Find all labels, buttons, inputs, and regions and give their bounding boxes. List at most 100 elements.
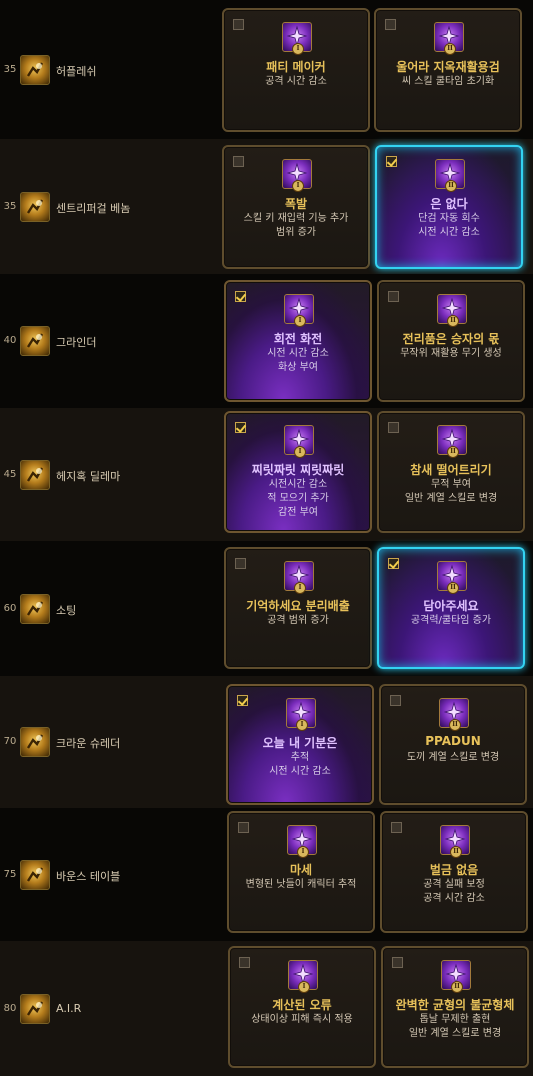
description-line: 범위 증가 [276, 227, 316, 238]
tripod-description: 무작위 재활용 무기 생성 [379, 347, 523, 361]
tier-numeral-badge: II [447, 446, 459, 458]
skill-level: 75 [3, 869, 17, 880]
tripod-description: 스킬 키 재입력 기능 추가 범위 증가 [224, 212, 368, 240]
checkbox[interactable] [238, 822, 249, 833]
tripod-card-2[interactable]: II 담아주세요 공격력/쿨타임 증가 [377, 547, 525, 669]
description-line: 도끼 계열 스킬로 변경 [406, 752, 500, 763]
sorting-icon [20, 594, 50, 624]
skill-name: 센트리퍼걸 베놈 [56, 202, 131, 215]
checkbox[interactable] [390, 695, 401, 706]
checkbox-checked[interactable] [386, 156, 397, 167]
tripod-description: 씨 스킬 쿨타임 초기화 [376, 75, 520, 89]
tier-numeral-badge: I [294, 446, 306, 458]
tripod-description: 공격력/쿨타임 증가 [379, 614, 523, 628]
description-line: 일반 계열 스킬로 변경 [408, 1028, 502, 1039]
tripod-title: PPADUN [425, 734, 481, 748]
checkbox[interactable] [385, 19, 396, 30]
tripod-card-1[interactable]: I 마세 변형된 낫들이 캐릭터 추적 [227, 811, 375, 933]
tripod-title: 담아주세요 [423, 599, 479, 613]
description-line: 공격 시간 감소 [265, 76, 327, 87]
skill-level: 35 [3, 201, 17, 212]
tripod-card-2[interactable]: II 벌금 없음공격 실패 보정공격 시간 감소 [380, 811, 528, 933]
skill-level: 70 [3, 736, 17, 747]
tripod-rune-icon: II [437, 425, 467, 458]
tripod-rune-icon: II [437, 561, 467, 594]
tripod-description: 시전시간 감소 적 모으기 추가 감전 부여 [226, 478, 370, 520]
skill-level: 60 [3, 603, 17, 614]
tripod-card-2[interactable]: II 전리품은 승자의 몫무작위 재활용 무기 생성 [377, 280, 525, 402]
tripod-title: 찌릿짜릿 찌릿짜릿 [251, 463, 345, 477]
stomp-icon [20, 55, 50, 85]
tripod-rune-icon: I [284, 425, 314, 458]
description-line: 시전시간 감소 [268, 479, 328, 490]
tripod-rune-icon: II [439, 698, 469, 731]
tier-numeral-badge: II [451, 981, 463, 993]
tier-numeral-badge: I [298, 981, 310, 993]
description-line: 씨 스킬 쿨타임 초기화 [401, 76, 495, 87]
skill-name: 바운스 테이블 [56, 870, 121, 883]
checkbox[interactable] [388, 422, 399, 433]
description-line: 무작위 재활용 무기 생성 [400, 348, 502, 359]
tripod-card-2[interactable]: II 울어라 지옥재활용검 씨 스킬 쿨타임 초기화 [374, 8, 522, 132]
tripod-card-1[interactable]: I 회전 화전 시전 시간 감소 화상 부여 [224, 280, 372, 402]
tripod-title: 전리품은 승자의 몫 [402, 332, 500, 346]
checkbox-checked[interactable] [235, 422, 246, 433]
tripod-rune-icon: I [288, 960, 318, 993]
skill-name: 헤지혹 딜레마 [56, 470, 121, 483]
tripod-card-1[interactable]: I 폭발 스킬 키 재입력 기능 추가 범위 증가 [222, 145, 370, 269]
description-line: 단검 자동 회수 [418, 213, 480, 224]
tier-numeral-badge: II [450, 846, 462, 858]
checkbox[interactable] [392, 957, 403, 968]
tripod-rune-icon: I [284, 294, 314, 327]
tripod-card-1[interactable]: I 기억하세요 분리배출 공격 범위 증가 [224, 547, 372, 669]
tripod-rune-icon: I [284, 561, 314, 594]
tripod-rune-icon: II [440, 825, 470, 858]
checkbox[interactable] [235, 558, 246, 569]
checkbox[interactable] [388, 291, 399, 302]
tier-numeral-badge: II [447, 582, 459, 594]
tier-numeral-badge: II [447, 315, 459, 327]
skill-name: A.I.R [56, 1002, 82, 1015]
tier-numeral-badge: I [292, 43, 304, 55]
tripod-card-2[interactable]: II PPADUN 도끼 계열 스킬로 변경 [379, 684, 527, 805]
tripod-title: 벌금 없음 [429, 863, 479, 877]
tripod-card-2[interactable]: II 은 없다 단검 자동 회수 시전 시간 감소 [375, 145, 523, 269]
description-line: 공격 실패 보정 [423, 879, 485, 890]
skill-name: 허플레쉬 [56, 65, 97, 78]
checkbox-checked[interactable] [235, 291, 246, 302]
tier-numeral-badge: II [444, 43, 456, 55]
tripod-title: 완벽한 균형의 불균형체 [395, 998, 515, 1012]
description-line: 상태이상 피해 즉시 적용 [251, 1014, 353, 1025]
checkbox[interactable] [239, 957, 250, 968]
skill-level: 35 [3, 64, 17, 75]
description-line: 화상 부여 [278, 362, 318, 373]
tripod-card-1[interactable]: I 계산된 오류 상태이상 피해 즉시 적용 [228, 946, 376, 1068]
tripod-card-2[interactable]: II 참새 떨어트리기 무적 부여 일반 계열 스킬로 변경 [377, 411, 525, 533]
description-line: 무적 부여 [431, 479, 471, 490]
description-line: 공격 시간 감소 [423, 893, 485, 904]
checkbox-checked[interactable] [237, 695, 248, 706]
tripod-card-1[interactable]: I 오늘 내 기분은 추적 시전 시간 감소 [226, 684, 374, 805]
description-line: 감전 부여 [278, 507, 318, 518]
tripod-title: 회전 화전 [273, 332, 323, 346]
tripod-title: 폭발 [284, 197, 308, 211]
tripod-rune-icon: II [441, 960, 471, 993]
tripod-rune-icon: II [437, 294, 467, 327]
tripod-card-2[interactable]: II 완벽한 균형의 불균형체톱날 무제한 출현일반 계열 스킬로 변경 [381, 946, 529, 1068]
skill-name: 크라운 슈레더 [56, 737, 121, 750]
checkbox[interactable] [391, 822, 402, 833]
checkbox[interactable] [233, 19, 244, 30]
tripod-card-1[interactable]: I 찌릿짜릿 찌릿짜릿 시전시간 감소 적 모으기 추가 감전 부여 [224, 411, 372, 533]
checkbox-checked[interactable] [388, 558, 399, 569]
description-line: 공격 범위 증가 [267, 615, 329, 626]
description-line: 시전 시간 감소 [418, 227, 480, 238]
checkbox[interactable] [233, 156, 244, 167]
tripod-card-1[interactable]: I 패티 메이커 공격 시간 감소 [222, 8, 370, 132]
description-line: 추적 [290, 752, 310, 763]
tripod-description: 톱날 무제한 출현일반 계열 스킬로 변경 [383, 1013, 527, 1041]
tripod-description: 시전 시간 감소 화상 부여 [226, 347, 370, 375]
tier-numeral-badge: II [449, 719, 461, 731]
skill-level: 40 [3, 335, 17, 346]
tripod-description: 도끼 계열 스킬로 변경 [381, 751, 525, 765]
description-line: 톱날 무제한 출현 [419, 1014, 491, 1025]
